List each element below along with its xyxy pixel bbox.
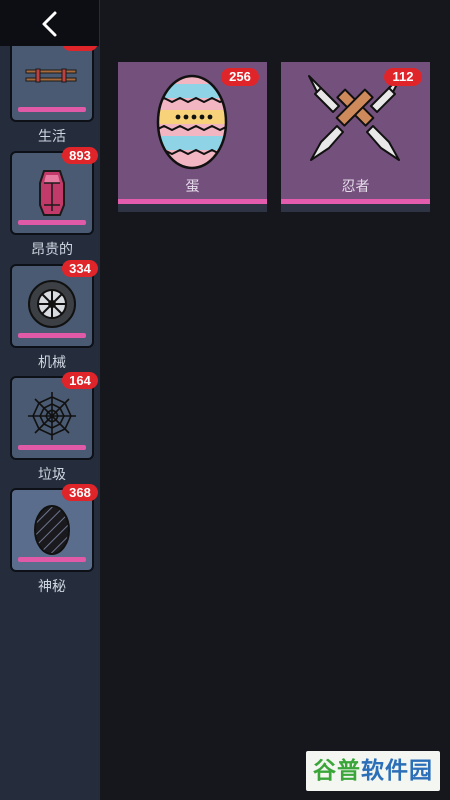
sidebar-item-label: 垃圾 [38, 467, 66, 483]
count-badge: 368 [62, 484, 98, 501]
category-sidebar: 生活 893 昂贵的 334 机械 164 垃圾 368 神秘 [0, 0, 100, 800]
progress-bar [18, 445, 86, 450]
item-label: 忍者 [341, 179, 370, 195]
item-label: 蛋 [185, 179, 200, 195]
count-badge: 112 [384, 68, 422, 86]
back-button[interactable] [0, 0, 99, 46]
progress-bar [18, 107, 86, 112]
progress-bar [18, 220, 86, 225]
count-badge: 256 [221, 68, 259, 86]
card-footer [281, 204, 430, 212]
watermark-part2: 软件园 [361, 758, 433, 784]
count-badge: 893 [62, 147, 98, 164]
count-badge: 164 [62, 372, 98, 389]
sidebar-item-label: 昂贵的 [31, 242, 73, 258]
sidebar-item-label: 机械 [38, 355, 66, 371]
card-footer [118, 204, 267, 212]
sidebar-item-label: 神秘 [38, 579, 66, 595]
count-badge: 334 [62, 260, 98, 277]
progress-bar [18, 333, 86, 338]
item-card-ninja[interactable]: 112 忍者 [281, 62, 430, 212]
item-card-egg[interactable]: 256 蛋 [118, 62, 267, 212]
watermark-part1: 谷普 [313, 758, 361, 784]
progress-bar [18, 557, 86, 562]
watermark-logo: 谷普软件园 [306, 751, 440, 791]
chevron-left-icon [42, 11, 57, 37]
sidebar-item-label: 生活 [38, 129, 66, 145]
